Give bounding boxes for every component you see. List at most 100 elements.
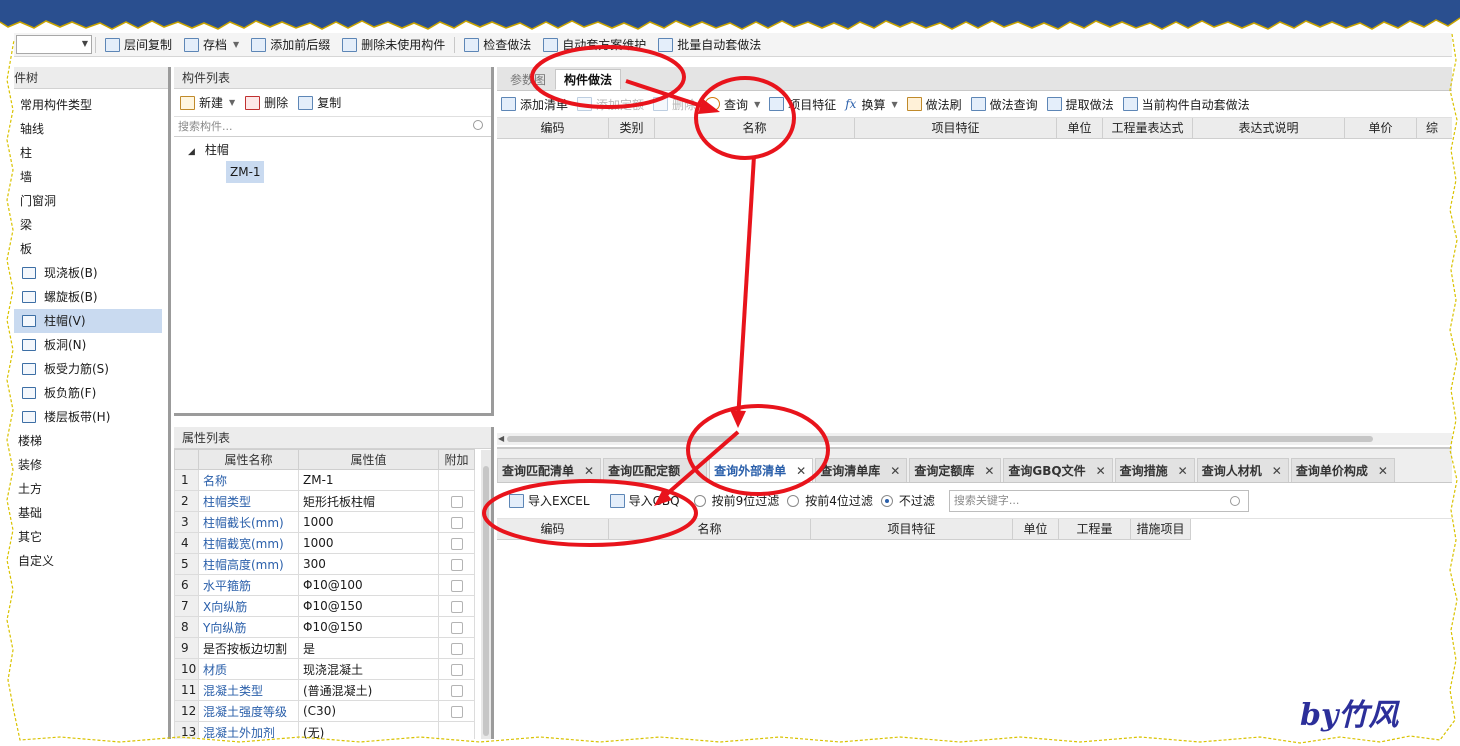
close-icon[interactable]: ✕: [1378, 464, 1388, 478]
component-search-input[interactable]: 搜索构件...: [174, 117, 491, 137]
tab-labor-material[interactable]: 查询人材机 ✕: [1196, 458, 1289, 482]
tab-quota-library[interactable]: 查询定额库 ✕: [909, 458, 1002, 482]
property-row[interactable]: 11 混凝土类型 (普通混凝土): [174, 679, 475, 701]
scrollbar-thumb[interactable]: [507, 436, 1373, 442]
property-value[interactable]: 300: [298, 553, 439, 575]
property-row[interactable]: 13 混凝土外加剂 (无): [174, 721, 475, 739]
property-row[interactable]: 10 材质 现浇混凝土: [174, 658, 475, 680]
tree-item-stairs[interactable]: 楼梯: [14, 429, 168, 453]
additional-checkbox[interactable]: [450, 600, 463, 613]
property-value[interactable]: ZM-1: [298, 469, 439, 491]
tree-item-spiral-slab[interactable]: 螺旋板(B): [14, 285, 168, 309]
query-button[interactable]: 查询 ▼: [703, 94, 767, 114]
archive-button[interactable]: 存档 ▼: [178, 35, 245, 55]
tab-measures[interactable]: 查询措施 ✕: [1114, 458, 1195, 482]
filter-first-4[interactable]: 按前4位过滤: [785, 492, 873, 509]
tab-match-bill[interactable]: 查询匹配清单 ✕: [497, 458, 602, 482]
property-row[interactable]: 5 柱帽高度(mm) 300: [174, 553, 475, 575]
tab-bill-library[interactable]: 查询清单库 ✕: [815, 458, 908, 482]
radio-button[interactable]: [880, 494, 893, 507]
tab-unit-price[interactable]: 查询单价构成 ✕: [1290, 458, 1395, 482]
close-icon[interactable]: ✕: [584, 464, 594, 478]
property-value[interactable]: Φ10@150: [298, 595, 439, 617]
additional-checkbox[interactable]: [450, 537, 463, 550]
item-feature-button[interactable]: 项目特征: [767, 94, 843, 114]
additional-checkbox[interactable]: [450, 642, 463, 655]
tree-item-slab[interactable]: 板: [14, 237, 168, 261]
tree-item-slab-hole[interactable]: 板洞(N): [14, 333, 168, 357]
close-icon[interactable]: ✕: [1272, 464, 1282, 478]
batch-auto-method-button[interactable]: 批量自动套做法: [652, 35, 767, 55]
tree-item-slab-band[interactable]: 楼层板带(H): [14, 405, 168, 429]
property-value[interactable]: Φ10@150: [298, 616, 439, 638]
property-value[interactable]: Φ10@100: [298, 574, 439, 596]
additional-checkbox[interactable]: [450, 516, 463, 529]
add-quota-button[interactable]: 添加定额: [575, 94, 651, 114]
extract-method-button[interactable]: 提取做法: [1045, 94, 1121, 114]
property-value[interactable]: (普通混凝土): [298, 679, 439, 701]
keyword-search-input[interactable]: 搜索关键字...: [948, 489, 1249, 512]
tree-item-slab-rebar[interactable]: 板受力筋(S): [14, 357, 168, 381]
property-value[interactable]: 1000: [298, 532, 439, 554]
radio-button[interactable]: [693, 494, 706, 507]
tab-match-quota[interactable]: 查询匹配定额 ✕: [603, 458, 708, 482]
copy-component-button[interactable]: 复制: [296, 93, 349, 113]
close-icon[interactable]: ✕: [690, 464, 700, 478]
property-scrollbar[interactable]: [481, 450, 491, 739]
tree-item-negative-rebar[interactable]: 板负筋(F): [14, 381, 168, 405]
add-bill-button[interactable]: 添加清单: [499, 94, 575, 114]
tree-item-other[interactable]: 其它: [14, 525, 168, 549]
property-row[interactable]: 1 名称 ZM-1: [174, 469, 475, 491]
property-value[interactable]: 1000: [298, 511, 439, 533]
property-row[interactable]: 8 Y向纵筋 Φ10@150: [174, 616, 475, 638]
tab-external-bill[interactable]: 查询外部清单 ✕: [709, 458, 814, 482]
import-gbq-button[interactable]: 导入GBQ: [604, 491, 686, 511]
property-row[interactable]: 4 柱帽截宽(mm) 1000: [174, 532, 475, 554]
additional-checkbox[interactable]: [450, 579, 463, 592]
method-horizontal-scrollbar[interactable]: ◀: [497, 433, 1452, 445]
expand-triangle-icon[interactable]: ◢: [188, 147, 195, 157]
close-icon[interactable]: ✕: [984, 464, 994, 478]
additional-checkbox[interactable]: [450, 684, 463, 697]
new-component-button[interactable]: 新建 ▼: [178, 93, 243, 113]
auto-scheme-button[interactable]: 自动套方案维护: [537, 35, 652, 55]
scrollbar-thumb[interactable]: [483, 466, 489, 736]
tree-item-column-cap[interactable]: 柱帽(V): [14, 309, 162, 333]
additional-checkbox[interactable]: [450, 621, 463, 634]
method-query-button[interactable]: 做法查询: [969, 94, 1045, 114]
filter-none[interactable]: 不过滤: [879, 492, 935, 509]
close-icon[interactable]: ✕: [1178, 464, 1188, 478]
property-row[interactable]: 6 水平箍筋 Φ10@100: [174, 574, 475, 596]
delete-unused-button[interactable]: 删除未使用构件: [336, 35, 451, 55]
add-prefix-suffix-button[interactable]: 添加前后缀: [245, 35, 336, 55]
property-value[interactable]: (无): [298, 721, 439, 739]
auto-apply-method-button[interactable]: 当前构件自动套做法: [1121, 94, 1257, 114]
additional-checkbox[interactable]: [450, 663, 463, 676]
additional-checkbox[interactable]: [450, 558, 463, 571]
tree-item-earthwork[interactable]: 土方: [14, 477, 168, 501]
tree-item-column[interactable]: 柱: [14, 141, 168, 165]
close-icon[interactable]: ✕: [1096, 464, 1106, 478]
additional-checkbox[interactable]: [450, 495, 463, 508]
property-value[interactable]: 现浇混凝土: [298, 658, 439, 680]
delete-method-button[interactable]: 删除: [651, 94, 703, 114]
property-row[interactable]: 2 柱帽类型 矩形托板柱帽: [174, 490, 475, 512]
property-row[interactable]: 12 混凝土强度等级 (C30): [174, 700, 475, 722]
property-row[interactable]: 3 柱帽截长(mm) 1000: [174, 511, 475, 533]
component-group-column-cap[interactable]: ◢ 柱帽: [174, 139, 491, 161]
panel-splitter[interactable]: [174, 413, 494, 416]
filter-first-9[interactable]: 按前9位过滤: [692, 492, 779, 509]
tab-parameter-figure[interactable]: 参数图: [501, 69, 555, 90]
tree-item-wall[interactable]: 墙: [14, 165, 168, 189]
tree-item-foundation[interactable]: 基础: [14, 501, 168, 525]
floor-selector-dropdown[interactable]: ▼: [16, 35, 92, 54]
tree-item-cast-slab[interactable]: 现浇板(B): [14, 261, 168, 285]
close-icon[interactable]: ✕: [796, 464, 806, 478]
component-item-zm1[interactable]: ZM-1: [226, 161, 264, 183]
property-value[interactable]: 矩形托板柱帽: [298, 490, 439, 512]
property-value[interactable]: (C30): [298, 700, 439, 722]
tab-component-method[interactable]: 构件做法: [555, 69, 622, 90]
radio-button[interactable]: [787, 494, 800, 507]
method-brush-button[interactable]: 做法刷: [905, 94, 969, 114]
tree-item-axis[interactable]: 轴线: [14, 117, 168, 141]
